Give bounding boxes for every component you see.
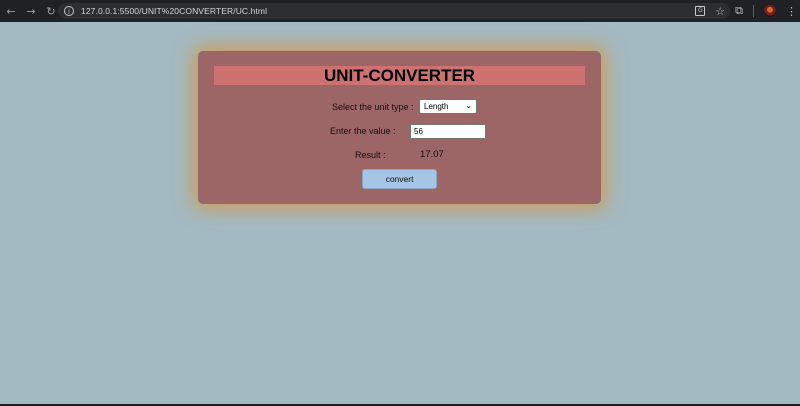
result-label: Result : <box>355 150 386 160</box>
value-input[interactable]: 56 <box>410 124 486 139</box>
chevron-down-icon: ⌄ <box>465 101 472 110</box>
unit-type-select[interactable]: Length ⌄ <box>419 99 477 114</box>
star-icon[interactable]: ☆ <box>715 5 725 18</box>
menu-icon[interactable]: ⋮ <box>786 5 797 18</box>
convert-button[interactable]: convert <box>362 169 437 189</box>
unit-type-label: Select the unit type : <box>332 102 414 112</box>
result-value: 17.07 <box>420 149 444 160</box>
info-icon[interactable]: i <box>64 6 74 16</box>
value-label: Enter the value : <box>330 126 396 136</box>
converter-card: UNIT-CONVERTER Select the unit type : Le… <box>198 51 601 204</box>
translate-icon[interactable]: G <box>695 6 706 16</box>
profile-avatar[interactable] <box>764 5 776 17</box>
extensions-icon[interactable]: ⧉ <box>735 4 743 18</box>
forward-icon[interactable]: → <box>21 1 41 21</box>
browser-toolbar: ← → ↻ i 127.0.0.1:5500/UNIT%20CONVERTER/… <box>0 0 800 22</box>
address-bar[interactable]: i 127.0.0.1:5500/UNIT%20CONVERTER/UC.htm… <box>58 3 730 19</box>
unit-type-selected: Length <box>424 102 449 111</box>
page-title: UNIT-CONVERTER <box>214 66 585 85</box>
toolbar-divider <box>753 5 754 17</box>
back-icon[interactable]: ← <box>1 1 21 21</box>
url-text[interactable]: 127.0.0.1:5500/UNIT%20CONVERTER/UC.html <box>81 6 267 16</box>
browser-actions: G ☆ ⧉ ⋮ <box>695 0 797 22</box>
